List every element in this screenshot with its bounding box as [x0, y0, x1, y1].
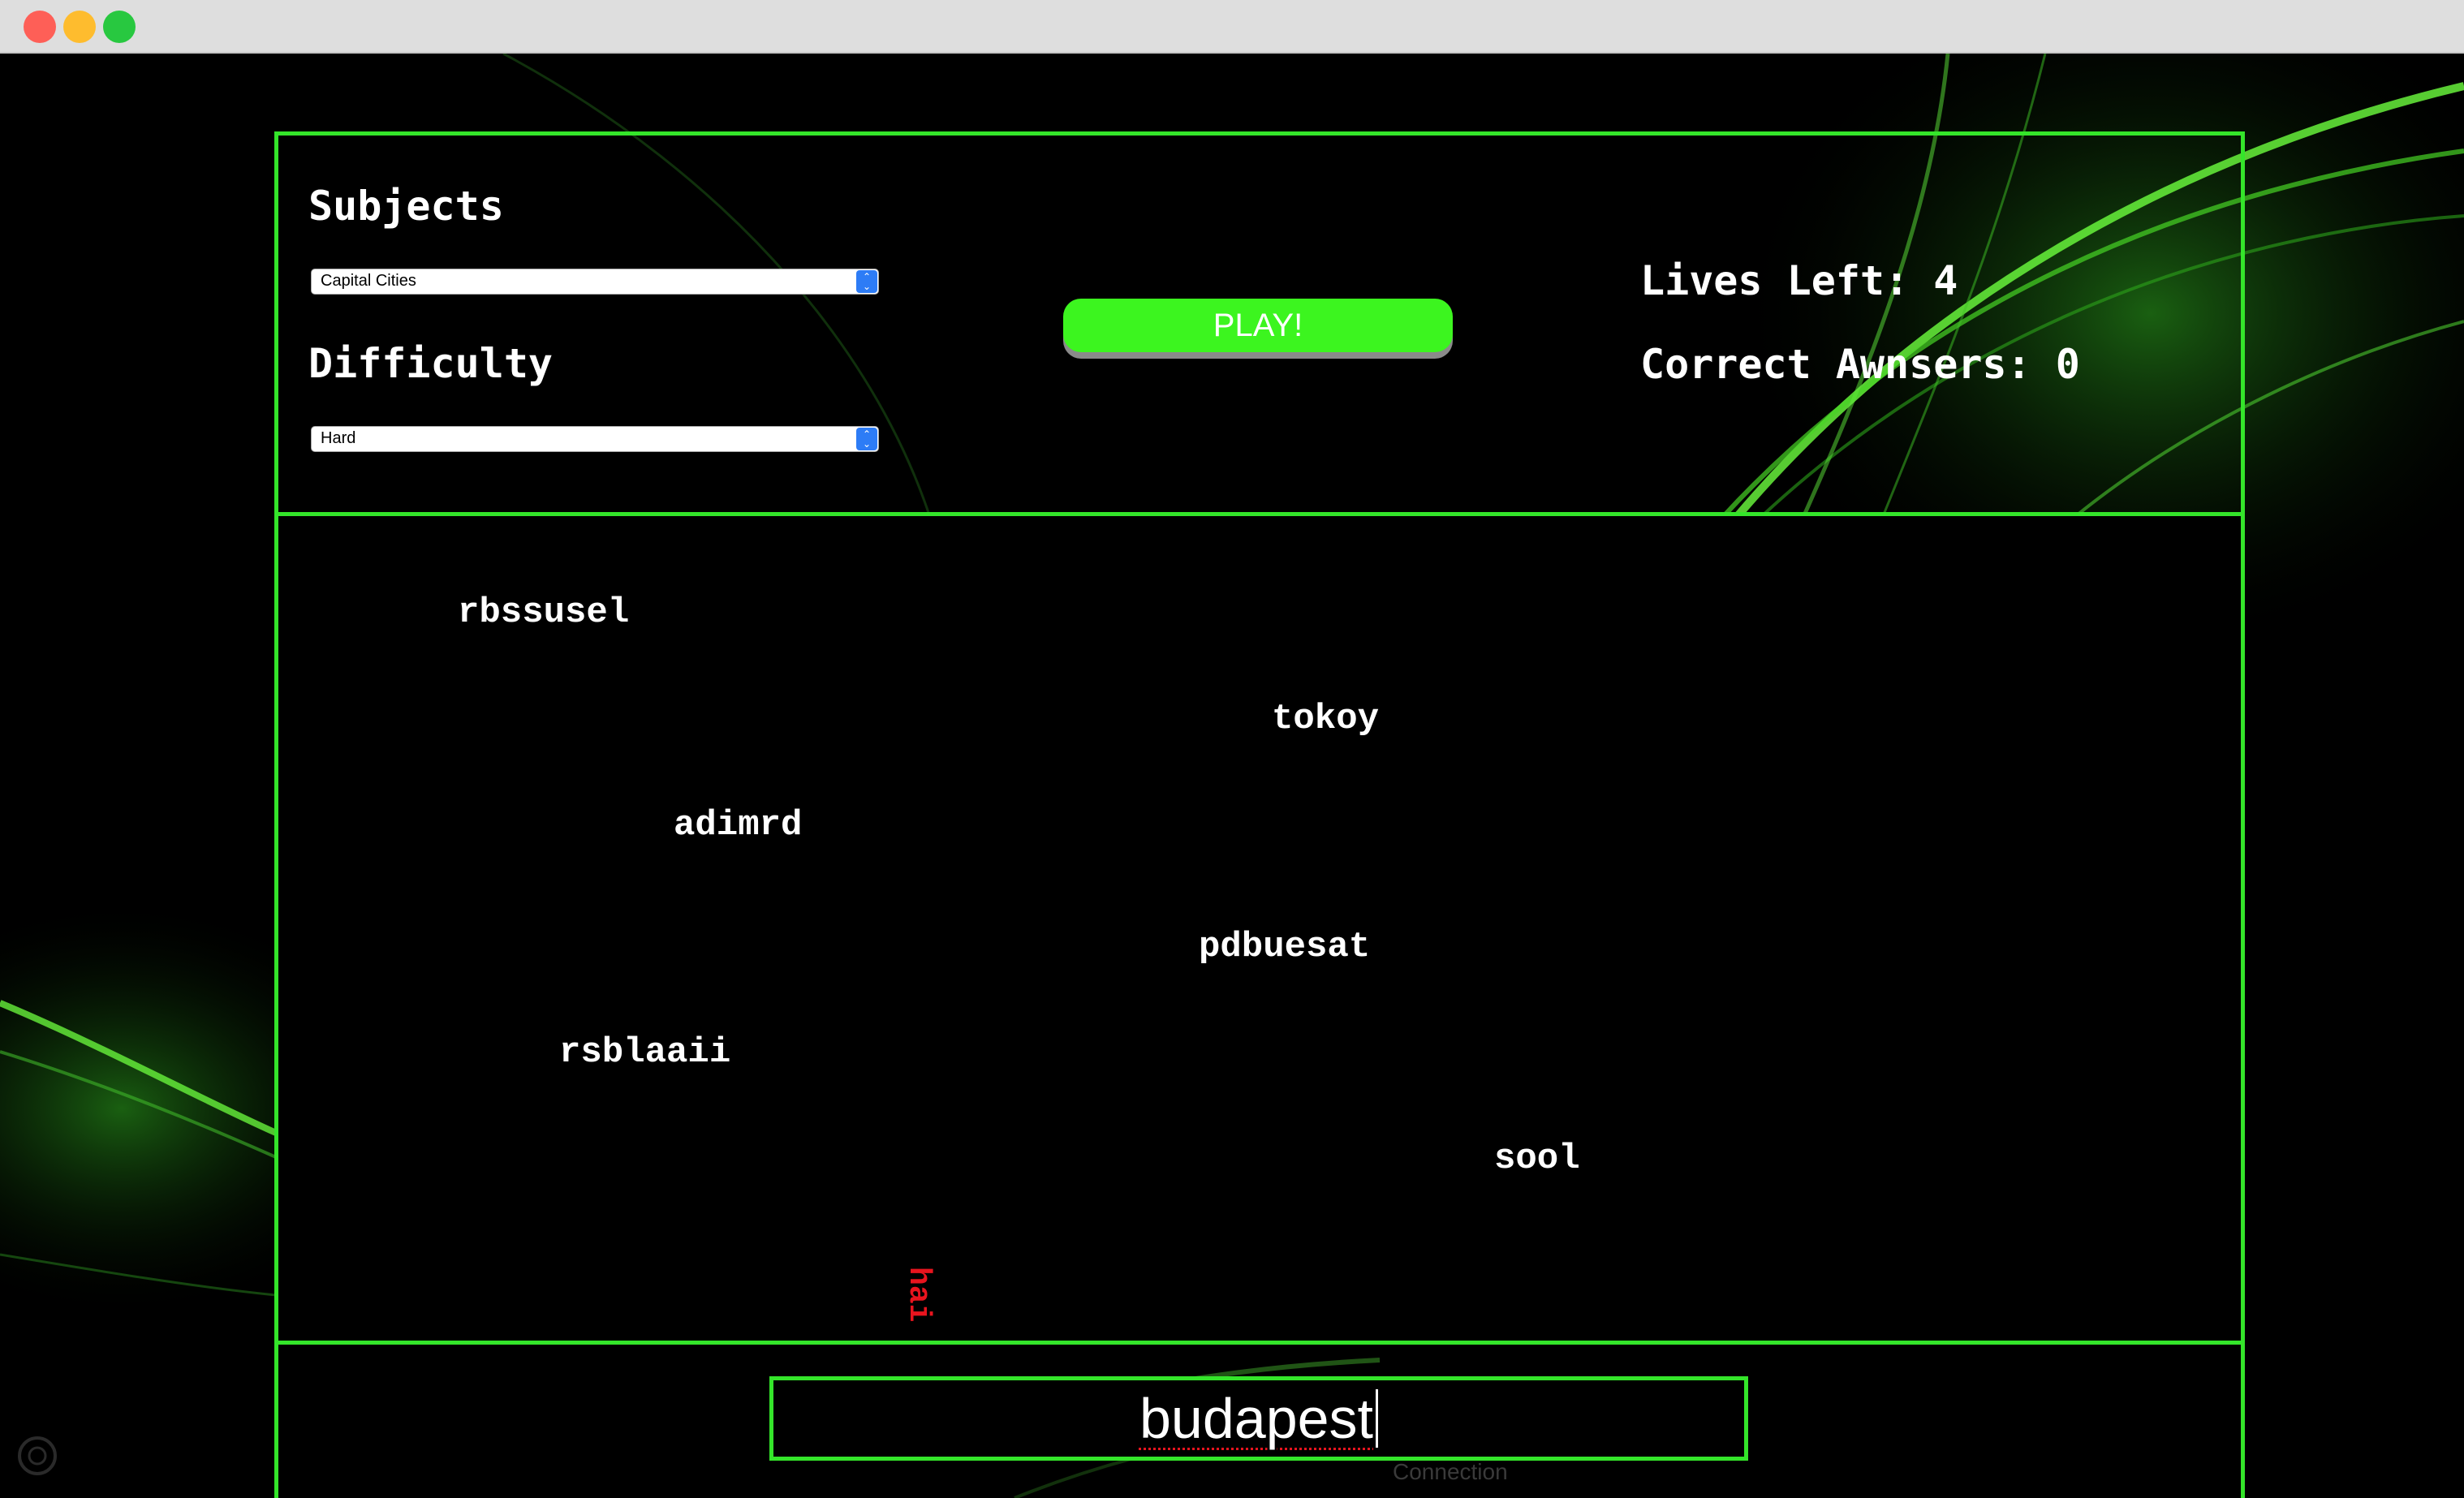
scrambled-word: pdbuesat	[1199, 927, 1371, 967]
text-caret	[1376, 1389, 1379, 1448]
page-viewport: Connection Subjects Capital Cities ⌃ ⌄ Di…	[0, 54, 2464, 1498]
subjects-select-value: Capital Cities	[321, 272, 416, 290]
lives-left-value: 4	[1933, 257, 1958, 304]
scrambled-word: sool	[1494, 1139, 1580, 1179]
difficulty-heading: Difficulty	[308, 340, 554, 387]
word-play-area: rbssusel tokoy adimrd pdbuesat rsblaaii …	[278, 516, 2241, 1345]
select-chevron-icon: ⌃ ⌄	[856, 270, 877, 293]
scrambled-word: rbssusel	[458, 592, 630, 633]
correct-answers-stat: Correct Awnsers: 0	[1640, 341, 2080, 388]
subjects-select[interactable]: Capital Cities ⌃ ⌄	[311, 269, 879, 295]
subjects-heading: Subjects	[308, 183, 504, 230]
zoom-window-button[interactable]	[103, 11, 136, 43]
answer-panel: budapest	[278, 1345, 2241, 1498]
correct-answers-value: 0	[2055, 341, 2080, 388]
scrambled-word: adimrd	[674, 805, 803, 846]
connection-logo-icon	[18, 1436, 57, 1475]
game-frame: Subjects Capital Cities ⌃ ⌄ Difficulty Ha…	[274, 131, 2245, 1498]
scrambled-word: rsblaaii	[559, 1032, 731, 1073]
answer-input-value: budapest	[1139, 1387, 1374, 1450]
select-chevron-icon: ⌃ ⌄	[856, 428, 877, 450]
settings-panel: Subjects Capital Cities ⌃ ⌄ Difficulty Ha…	[278, 136, 2241, 516]
close-window-button[interactable]	[24, 11, 56, 43]
window-titlebar	[0, 0, 2464, 54]
play-button[interactable]: PLAY!	[1063, 299, 1453, 352]
lives-left-label: Lives Left:	[1640, 257, 1910, 304]
falling-word: hai	[901, 1267, 936, 1323]
correct-answers-label: Correct Awnsers:	[1640, 341, 2031, 388]
difficulty-select[interactable]: Hard ⌃ ⌄	[311, 426, 879, 452]
difficulty-select-value: Hard	[321, 429, 356, 447]
lives-left-stat: Lives Left: 4	[1640, 257, 1958, 304]
scrambled-word: tokoy	[1272, 699, 1380, 739]
answer-input[interactable]: budapest	[769, 1376, 1748, 1461]
minimize-window-button[interactable]	[63, 11, 96, 43]
